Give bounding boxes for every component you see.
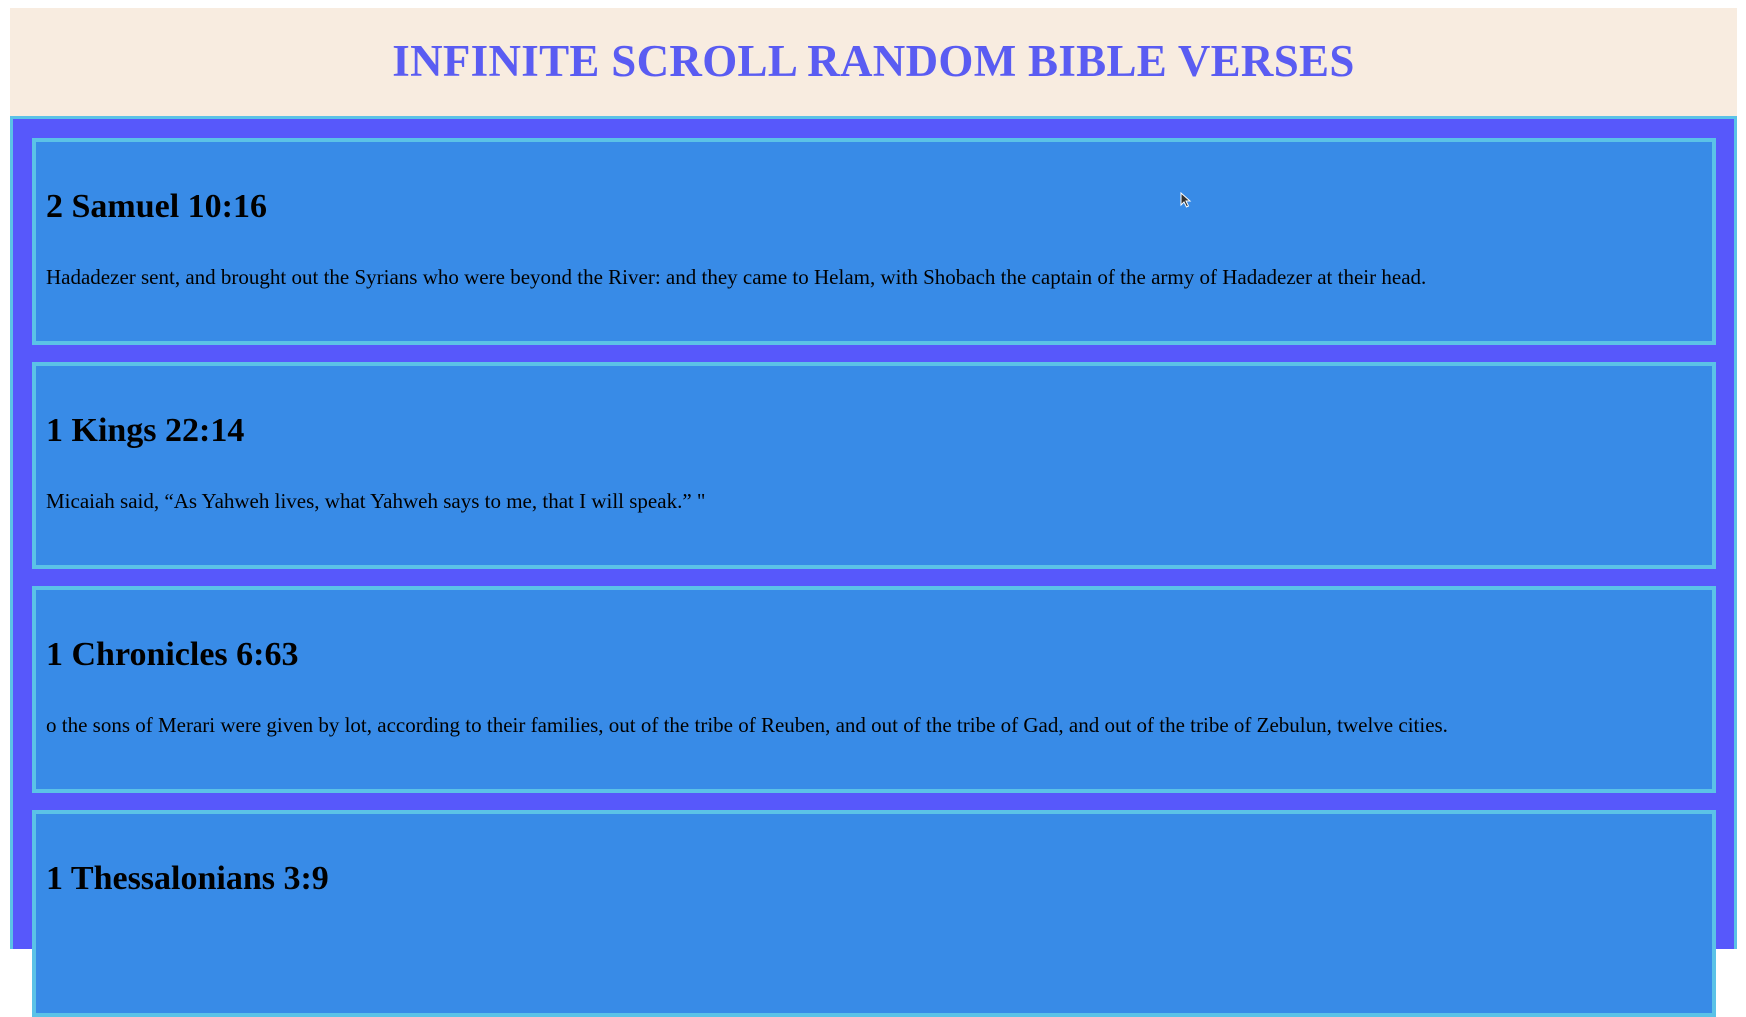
page-header: INFINITE SCROLL RANDOM BIBLE VERSES xyxy=(10,8,1737,119)
verse-text: Hadadezer sent, and brought out the Syri… xyxy=(46,265,1427,289)
verse-text: Micaiah said, “As Yahweh lives, what Yah… xyxy=(46,489,706,513)
verse-reference: 1 Chronicles 6:63 xyxy=(46,636,299,673)
verse-card: 1 Kings 22:14 Micaiah said, “As Yahweh l… xyxy=(32,362,1716,569)
verse-reference: 2 Samuel 10:16 xyxy=(46,188,267,225)
verse-card: 1 Thessalonians 3:9 xyxy=(32,810,1716,1017)
page: INFINITE SCROLL RANDOM BIBLE VERSES 2 Sa… xyxy=(10,8,1737,1017)
verse-reference: 1 Kings 22:14 xyxy=(46,412,245,449)
verse-card: 2 Samuel 10:16 Hadadezer sent, and broug… xyxy=(32,138,1716,345)
verse-card: 1 Chronicles 6:63 o the sons of Merari w… xyxy=(32,586,1716,793)
page-title: INFINITE SCROLL RANDOM BIBLE VERSES xyxy=(392,36,1355,86)
verse-feed[interactable]: 2 Samuel 10:16 Hadadezer sent, and broug… xyxy=(10,119,1737,1017)
verse-reference: 1 Thessalonians 3:9 xyxy=(46,860,329,897)
verse-text: o the sons of Merari were given by lot, … xyxy=(46,713,1448,737)
